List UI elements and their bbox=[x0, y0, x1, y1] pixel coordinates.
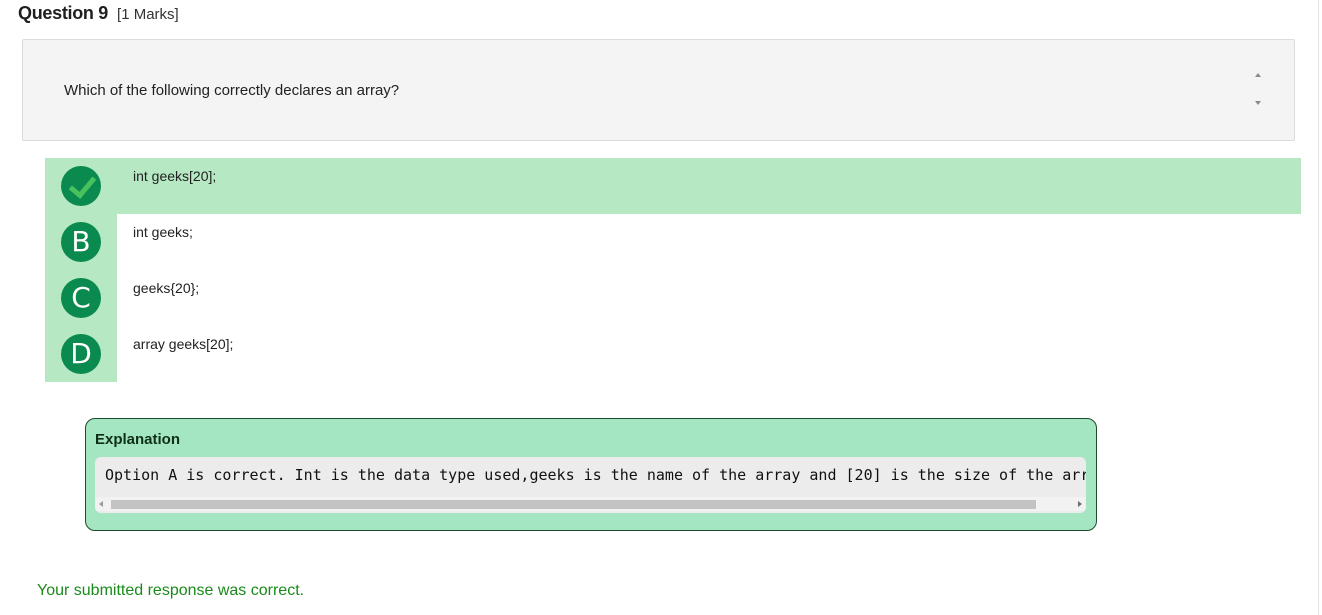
question-text: Which of the following correctly declare… bbox=[64, 82, 400, 99]
option-a-text: int geeks[20]; bbox=[133, 168, 217, 184]
option-b-badge: B bbox=[61, 222, 101, 262]
option-c[interactable]: C geeks{20}; bbox=[45, 270, 1301, 326]
scroll-up-arrow-icon[interactable] bbox=[1255, 73, 1261, 77]
question-scrollbar[interactable] bbox=[1252, 70, 1266, 112]
scroll-down-arrow-icon[interactable] bbox=[1255, 101, 1261, 105]
page-divider bbox=[1318, 0, 1319, 615]
option-c-text: geeks{20}; bbox=[133, 280, 200, 296]
explanation-title: Explanation bbox=[95, 431, 181, 448]
option-b-text: int geeks; bbox=[133, 224, 193, 240]
explanation-text: Option A is correct. Int is the data typ… bbox=[105, 466, 1086, 484]
option-d-text: array geeks[20]; bbox=[133, 336, 234, 352]
option-d[interactable]: D array geeks[20]; bbox=[45, 326, 1301, 382]
option-b[interactable]: B int geeks; bbox=[45, 214, 1301, 270]
explanation-horizontal-scrollbar[interactable] bbox=[95, 497, 1086, 511]
scroll-left-arrow-icon[interactable] bbox=[99, 501, 103, 507]
result-message: Your submitted response was correct. bbox=[37, 582, 305, 599]
option-a[interactable]: int geeks[20]; bbox=[45, 158, 1301, 214]
question-marks: [1 Marks] bbox=[117, 6, 179, 23]
option-c-badge: C bbox=[61, 278, 101, 318]
question-box: Which of the following correctly declare… bbox=[22, 39, 1295, 141]
question-header: Question 9 [1 Marks] bbox=[18, 3, 179, 24]
scroll-right-arrow-icon[interactable] bbox=[1078, 501, 1082, 507]
explanation-box: Explanation Option A is correct. Int is … bbox=[85, 418, 1097, 531]
explanation-code-block: Option A is correct. Int is the data typ… bbox=[95, 457, 1086, 513]
check-icon bbox=[68, 170, 97, 199]
scrollbar-thumb[interactable] bbox=[111, 500, 1036, 509]
question-number: Question 9 bbox=[18, 3, 109, 23]
option-a-badge bbox=[61, 166, 101, 206]
option-d-badge: D bbox=[61, 334, 101, 374]
